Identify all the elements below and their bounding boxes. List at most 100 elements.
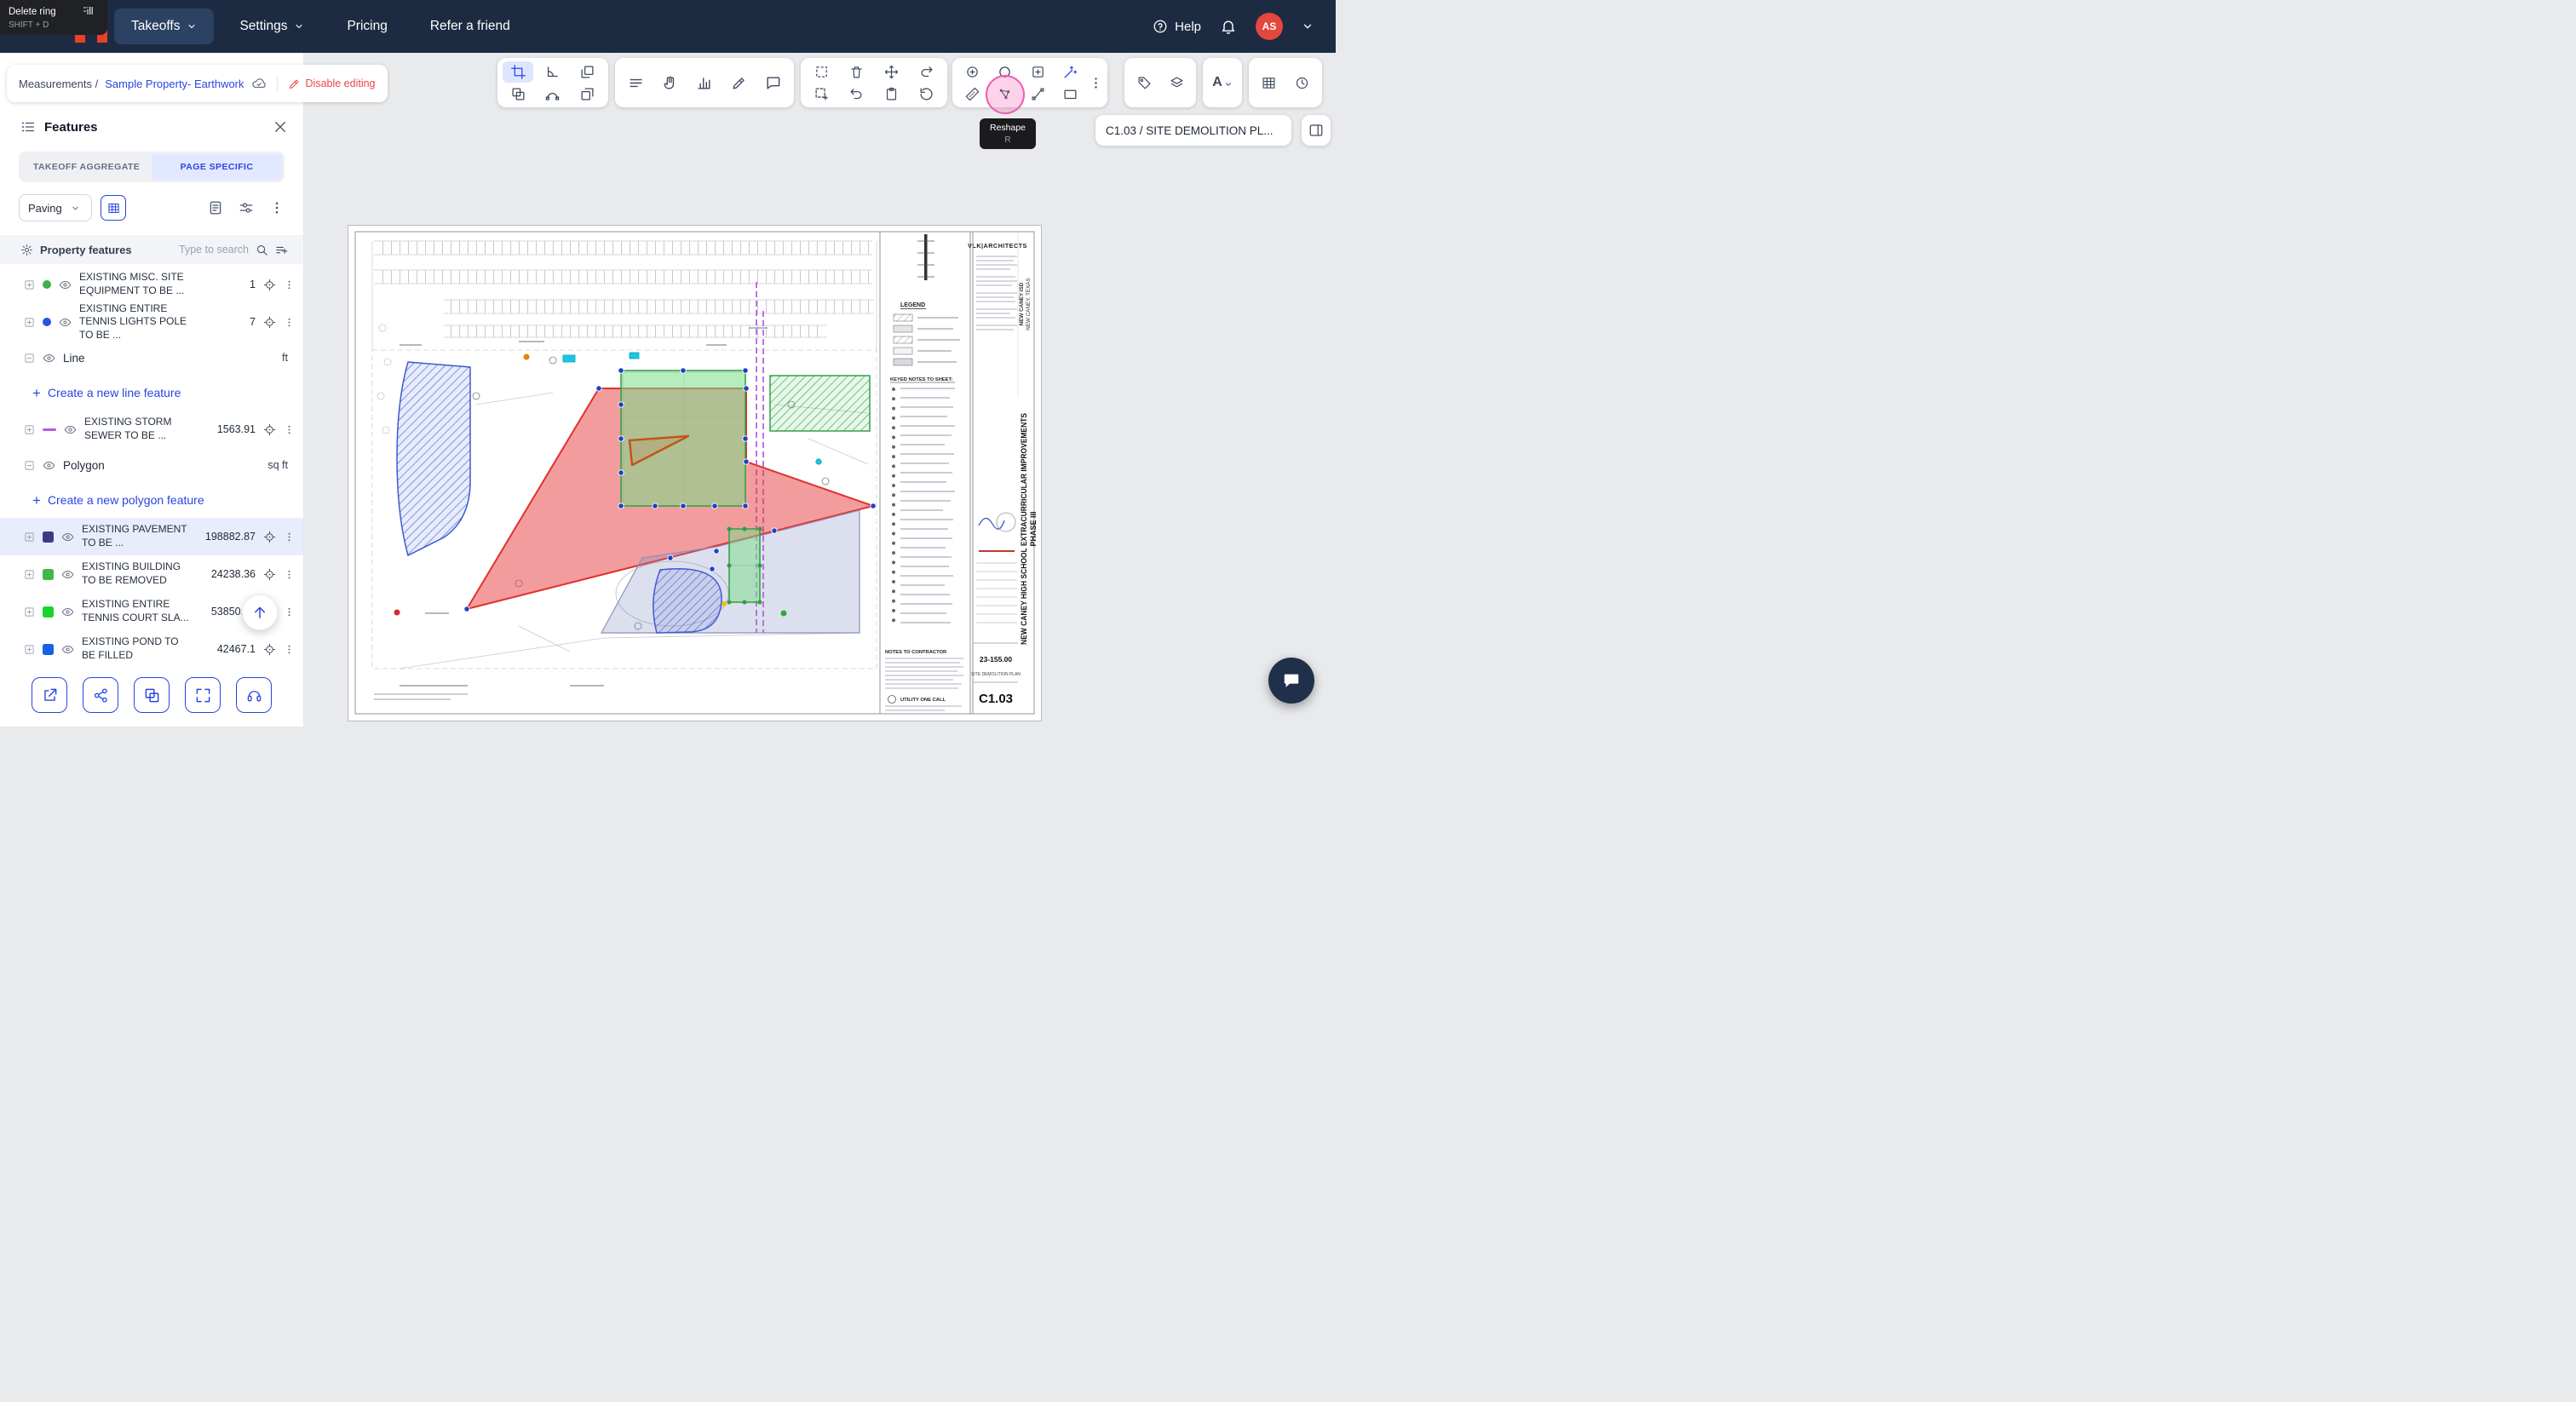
tag-button[interactable] — [1129, 72, 1159, 94]
support-button[interactable] — [236, 677, 272, 713]
feature-row-existing-building[interactable]: EXISTING BUILDING TO BE REMOVED 24238.36 — [0, 555, 303, 593]
expand-icon[interactable] — [24, 424, 35, 435]
nav-pricing[interactable]: Pricing — [330, 9, 404, 44]
align-rows-button[interactable] — [620, 72, 651, 94]
duplicate-button[interactable] — [503, 83, 533, 105]
search-icon[interactable] — [256, 244, 268, 256]
history-button[interactable] — [1287, 72, 1318, 94]
reshape-highlight-ring[interactable] — [986, 75, 1025, 114]
gear-icon[interactable] — [20, 244, 33, 256]
visibility-eye-icon[interactable] — [43, 352, 55, 365]
kebab-menu-icon[interactable] — [284, 279, 295, 290]
locate-icon[interactable] — [263, 279, 276, 291]
nav-takeoffs[interactable]: Takeoffs — [114, 9, 215, 44]
disable-editing-button[interactable]: Disable editing — [288, 78, 376, 90]
feature-row-tennis-lights-pole[interactable]: EXISTING ENTIRE TENNIS LIGHTS POLE TO BE… — [0, 302, 303, 341]
export-button[interactable] — [32, 677, 67, 713]
plan-sheet[interactable]: LEGEND KEYED NOTES TO SHEET: NOTES TO CO… — [348, 225, 1042, 721]
account-chevron-icon[interactable] — [1302, 20, 1314, 32]
kebab-menu-icon[interactable] — [269, 200, 285, 215]
locate-icon[interactable] — [263, 423, 276, 436]
perpendicular-tool-button[interactable] — [538, 61, 568, 83]
pan-tool-button[interactable] — [655, 72, 686, 94]
collapse-icon[interactable] — [24, 460, 35, 471]
paste-behind-button[interactable] — [572, 83, 603, 105]
visibility-eye-icon[interactable] — [61, 606, 74, 618]
user-avatar[interactable]: AS — [1256, 13, 1283, 40]
create-polygon-feature-link[interactable]: + Create a new polygon feature — [0, 482, 303, 518]
locate-icon[interactable] — [263, 531, 276, 543]
move-tool-button[interactable] — [877, 61, 907, 83]
comment-tool-button[interactable] — [758, 72, 789, 94]
chart-tool-button[interactable] — [689, 72, 720, 94]
rotate-ccw-button[interactable] — [911, 83, 942, 105]
collapse-icon[interactable] — [24, 353, 35, 364]
create-line-feature-link[interactable]: + Create a new line feature — [0, 375, 303, 411]
expand-icon[interactable] — [24, 644, 35, 655]
locate-icon[interactable] — [263, 568, 276, 581]
breadcrumb-current[interactable]: Sample Property- Earthwork — [105, 78, 244, 90]
visibility-eye-icon[interactable] — [59, 316, 72, 329]
feature-row-existing-pavement[interactable]: EXISTING PAVEMENT TO BE ... 198882.87 — [0, 518, 303, 555]
sheet-panel-button[interactable] — [1302, 115, 1331, 146]
tab-page-specific[interactable]: PAGE SPECIFIC — [152, 154, 282, 180]
notifications-bell-icon[interactable] — [1220, 18, 1237, 35]
visibility-eye-icon[interactable] — [64, 423, 77, 436]
redo-button[interactable] — [911, 61, 942, 83]
undo-button[interactable] — [842, 83, 872, 105]
tab-takeoff-aggregate[interactable]: TAKEOFF AGGREGATE — [21, 154, 152, 180]
duplicate-page-button[interactable] — [134, 677, 170, 713]
demo-area-blue-hatch-bottom[interactable] — [653, 568, 722, 634]
expand-icon[interactable] — [24, 279, 35, 290]
notes-icon[interactable] — [208, 200, 223, 215]
annotate-tool-button[interactable] — [723, 72, 754, 94]
visibility-eye-icon[interactable] — [61, 643, 74, 656]
locate-icon[interactable] — [263, 316, 276, 329]
scroll-to-top-button[interactable] — [242, 595, 278, 630]
chat-button[interactable] — [1268, 658, 1314, 704]
visibility-eye-icon[interactable] — [43, 459, 55, 472]
rectangle-tool-button[interactable] — [1055, 83, 1086, 105]
nav-refer-a-friend[interactable]: Refer a friend — [413, 9, 527, 44]
add-rectangle-button[interactable] — [1022, 61, 1053, 83]
feature-row-existing-pond[interactable]: EXISTING POND TO BE FILLED 42467.1 — [0, 630, 303, 667]
fit-view-button[interactable] — [185, 677, 221, 713]
layers-button[interactable] — [1161, 72, 1192, 94]
close-icon[interactable] — [273, 119, 288, 135]
feature-row-misc-site-equipment[interactable]: EXISTING MISC. SITE EQUIPMENT TO BE ... … — [0, 266, 303, 303]
crop-tool-button[interactable] — [503, 60, 534, 83]
visibility-eye-icon[interactable] — [59, 279, 72, 291]
share-button[interactable] — [83, 677, 118, 713]
visibility-eye-icon[interactable] — [61, 568, 74, 581]
kebab-menu-icon[interactable] — [284, 606, 295, 618]
measure-tool-button[interactable] — [957, 83, 987, 105]
playlist-add-icon[interactable] — [275, 244, 288, 256]
expand-icon[interactable] — [24, 606, 35, 618]
expand-icon[interactable] — [24, 569, 35, 580]
sheet-selector[interactable]: C1.03 / SITE DEMOLITION PL... — [1095, 115, 1291, 146]
locate-icon[interactable] — [263, 643, 276, 656]
node-edit-button[interactable] — [1022, 83, 1053, 105]
visibility-eye-icon[interactable] — [61, 531, 74, 543]
marquee-select-button[interactable] — [807, 61, 837, 83]
add-vertex-button[interactable] — [957, 61, 987, 83]
drawing-canvas[interactable]: LEGEND KEYED NOTES TO SHEET: NOTES TO CO… — [304, 53, 1336, 727]
nav-settings[interactable]: Settings — [222, 9, 321, 44]
help-button[interactable]: Help — [1153, 19, 1201, 34]
tennis-court-green-hatch[interactable] — [769, 375, 871, 432]
expand-icon[interactable] — [24, 531, 35, 543]
kebab-menu-icon[interactable] — [284, 644, 295, 655]
delete-button[interactable] — [842, 61, 872, 83]
feature-row-storm-sewer[interactable]: EXISTING STORM SEWER TO BE ... 1563.91 — [0, 411, 303, 448]
marquee-add-button[interactable] — [807, 83, 837, 105]
text-style-button[interactable]: A — [1212, 75, 1233, 90]
sliders-icon[interactable] — [239, 200, 254, 215]
kebab-menu-icon[interactable] — [284, 424, 295, 435]
table-view-button[interactable] — [101, 195, 126, 221]
kebab-menu-icon[interactable] — [284, 569, 295, 580]
paste-in-front-button[interactable] — [572, 61, 603, 83]
demo-area-blue-hatch-left[interactable] — [396, 361, 471, 557]
category-select[interactable]: Paving — [19, 194, 92, 221]
search-input[interactable]: Type to search — [179, 244, 249, 256]
grid-view-button[interactable] — [1254, 72, 1285, 94]
